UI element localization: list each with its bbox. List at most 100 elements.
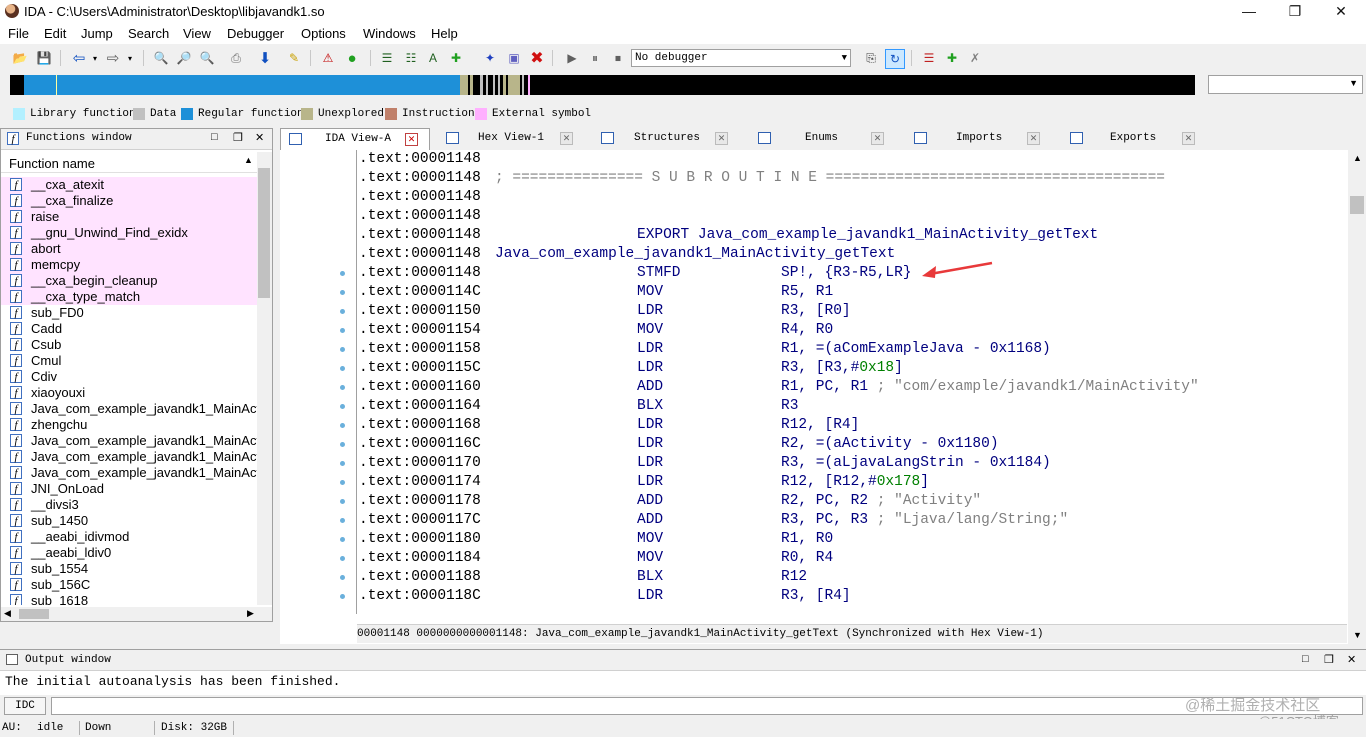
disassembly-line[interactable]: .text:00001160 ADD R1, PC, R1 ; "com/examp… <box>357 378 1349 397</box>
disassembly-vertical-scrollbar[interactable]: ▲ ▼ <box>1348 150 1366 644</box>
make-code-icon[interactable]: ☰ <box>378 49 396 67</box>
forward-dropdown-icon[interactable]: ▾ <box>121 49 139 67</box>
close-icon[interactable]: ✕ <box>1027 132 1040 145</box>
disassembly-line[interactable]: .text:00001150 LDR R3, [R0] <box>357 302 1349 321</box>
function-list-item[interactable]: f raise <box>1 209 257 225</box>
open-folder-icon[interactable]: 📂 <box>11 49 29 67</box>
binoculars-immediate-icon[interactable]: 🔍 <box>198 49 216 67</box>
function-name-column-header[interactable]: Function name ▲ <box>1 152 257 173</box>
function-list-item[interactable]: f abort <box>1 241 257 257</box>
attach-process-icon[interactable]: ⎘ <box>862 49 880 67</box>
menu-file[interactable]: File <box>8 26 29 41</box>
function-list-item[interactable]: f Cadd <box>1 321 257 337</box>
close-button[interactable]: ✕ <box>1318 0 1364 24</box>
function-list-item[interactable]: f JNI_OnLoad <box>1 481 257 497</box>
breakpoint-list-icon[interactable]: ☰ <box>920 49 938 67</box>
jump-down-arrow-icon[interactable]: ⬇ <box>256 49 274 67</box>
menu-jump[interactable]: Jump <box>81 26 113 41</box>
forward-arrow-icon[interactable]: ⇨ <box>104 49 122 67</box>
function-list-item[interactable]: f zhengchu <box>1 417 257 433</box>
print-icon[interactable]: ⎙ <box>227 49 245 67</box>
disassembly-line[interactable]: .text:0000116C LDR R2, =(aActivity - 0x118… <box>357 435 1349 454</box>
delete-x-icon[interactable]: ✖ <box>528 49 546 67</box>
disassembly-line[interactable]: .text:0000115C LDR R3, [R3,#0x18] <box>357 359 1349 378</box>
function-list-item[interactable]: f Csub <box>1 337 257 353</box>
float-icon[interactable]: ❐ <box>233 131 243 144</box>
scrollbar-thumb[interactable] <box>19 609 49 619</box>
function-list-item[interactable]: f __gnu_Unwind_Find_exidx <box>1 225 257 241</box>
disassembly-line[interactable]: .text:00001154 MOV R4, R0 <box>357 321 1349 340</box>
tab-imports[interactable]: Imports ✕ <box>906 128 1056 150</box>
function-list-item[interactable]: f sub_1450 <box>1 513 257 529</box>
disassembly-line[interactable]: .text:00001148 <box>357 188 1349 207</box>
green-circle-icon[interactable]: ● <box>343 49 361 67</box>
tab-hex-view-1[interactable]: Hex View-1 ✕ <box>438 128 588 150</box>
function-list-item[interactable]: f Java_com_example_javandk1_MainActiv <box>1 449 257 465</box>
back-dropdown-icon[interactable]: ▾ <box>86 49 104 67</box>
close-icon[interactable]: ✕ <box>715 132 728 145</box>
disassembly-line[interactable]: .text:00001188 BLX R12 <box>357 568 1349 587</box>
menu-view[interactable]: View <box>183 26 211 41</box>
disassembly-line[interactable]: .text:00001158 LDR R1, =(aComExampleJava -… <box>357 340 1349 359</box>
binoculars-text-icon[interactable]: 🔍 <box>152 49 170 67</box>
menu-options[interactable]: Options <box>301 26 346 41</box>
function-list-item[interactable]: f __aeabi_idivmod <box>1 529 257 545</box>
menu-windows[interactable]: Windows <box>363 26 416 41</box>
navigation-band[interactable] <box>10 75 1195 95</box>
delete-breakpoint-icon[interactable]: ✗ <box>966 49 984 67</box>
disassembly-line[interactable]: .text:00001180 MOV R1, R0 <box>357 530 1349 549</box>
idc-button[interactable]: IDC <box>4 697 46 715</box>
function-list-item[interactable]: f Java_com_example_javandk1_MainActiv <box>1 401 257 417</box>
close-icon[interactable]: ✕ <box>255 131 264 144</box>
close-icon[interactable]: ✕ <box>871 132 884 145</box>
disassembly-line[interactable]: .text:00001148 ; =============== S U B R … <box>357 169 1349 188</box>
function-list-item[interactable]: f __cxa_atexit <box>1 177 257 193</box>
disassembly-line[interactable]: .text:0000117C ADD R3, PC, R3 ; "Ljava/lan… <box>357 511 1349 530</box>
scrollbar-thumb[interactable] <box>1350 196 1364 214</box>
scrollbar-thumb[interactable] <box>258 168 270 298</box>
minimize-button[interactable]: — <box>1226 0 1272 24</box>
function-list-item[interactable]: f __cxa_begin_cleanup <box>1 273 257 289</box>
function-list-item[interactable]: f __cxa_type_match <box>1 289 257 305</box>
disassembly-line[interactable]: .text:00001148 EXPORT Java_com_example_ja… <box>357 226 1349 245</box>
close-icon[interactable]: ✕ <box>560 132 573 145</box>
cross-reference-icon[interactable]: ✦ <box>481 49 499 67</box>
search-highlight-icon[interactable]: ✎ <box>285 49 303 67</box>
disassembly-line[interactable]: .text:00001148 <box>357 150 1349 169</box>
tab-structures[interactable]: Structures ✕ <box>593 128 743 150</box>
function-list-item[interactable]: f sub_1618 <box>1 593 257 605</box>
maximize-button[interactable]: ❐ <box>1272 0 1318 24</box>
disassembly-line[interactable]: .text:00001174 LDR R12, [R12,#0x178] <box>357 473 1349 492</box>
function-list-item[interactable]: f sub_FD0 <box>1 305 257 321</box>
warning-triangle-icon[interactable]: ⚠ <box>319 49 337 67</box>
function-list-item[interactable]: f Cmul <box>1 353 257 369</box>
menu-edit[interactable]: Edit <box>44 26 66 41</box>
chevron-left-icon[interactable]: ◀ <box>4 608 11 619</box>
disassembly-line[interactable]: .text:00001170 LDR R3, =(aLjavaLangStrin -… <box>357 454 1349 473</box>
disassembly-line[interactable]: .text:00001148 Java_com_example_javandk1_… <box>357 245 1349 264</box>
save-icon[interactable]: 💾 <box>35 49 53 67</box>
disassembly-line[interactable]: .text:0000118C LDR R3, [R4] <box>357 587 1349 606</box>
function-list-item[interactable]: f __divsi3 <box>1 497 257 513</box>
restore-icon[interactable]: □ <box>1302 653 1309 665</box>
function-list-item[interactable]: f memcpy <box>1 257 257 273</box>
idc-command-input[interactable] <box>51 697 1363 715</box>
close-icon[interactable]: ✕ <box>1182 132 1195 145</box>
tab-enums[interactable]: Enums ✕ <box>750 128 900 150</box>
float-icon[interactable]: ❐ <box>1324 653 1334 666</box>
graph-icon[interactable]: ▣ <box>505 49 523 67</box>
function-list-item[interactable]: f xiaoyouxi <box>1 385 257 401</box>
make-string-icon[interactable]: A <box>424 49 442 67</box>
function-list-item[interactable]: f sub_1554 <box>1 561 257 577</box>
segment-select[interactable]: ▼ <box>1208 75 1363 94</box>
disassembly-line[interactable]: .text:00001148 STMFD SP!, {R3-R5,LR} <box>357 264 1349 283</box>
disassembly-line[interactable]: .text:00001148 <box>357 207 1349 226</box>
chevron-right-icon[interactable]: ▶ <box>247 608 254 619</box>
binoculars-binary-icon[interactable]: 🔎 <box>175 49 193 67</box>
sync-icon[interactable]: ↻ <box>885 49 905 69</box>
disassembly-listing[interactable]: .text:00001148 .text:00001148 ; ==========… <box>356 150 1349 614</box>
tab-ida-view-a[interactable]: IDA View-A ✕ <box>280 128 430 150</box>
play-icon[interactable]: ▶ <box>563 49 581 67</box>
restore-icon[interactable]: □ <box>211 131 218 143</box>
function-list-item[interactable]: f Java_com_example_javandk1_MainActiv <box>1 465 257 481</box>
